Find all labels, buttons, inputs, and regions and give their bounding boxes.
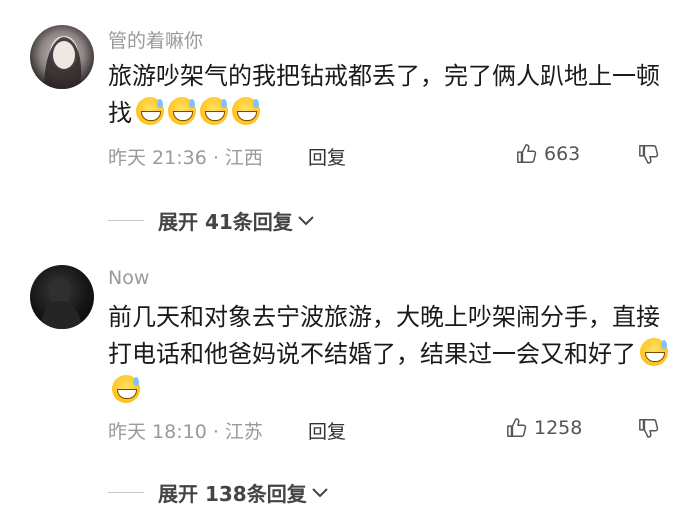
- thumbs-up-icon: [507, 418, 527, 437]
- dislike-button[interactable]: [638, 417, 660, 439]
- avatar[interactable]: [30, 265, 94, 329]
- chevron-down-icon: [297, 208, 315, 232]
- timestamp-location: 昨天 21:36 · 江西: [108, 147, 263, 169]
- reply-button[interactable]: 回复: [308, 417, 346, 444]
- like-count: 663: [544, 143, 581, 165]
- comment-body: 前几天和对象去宁波旅游，大晚上吵架闹分手，直接打电话和他爸妈说不结婚了，结果过一…: [108, 303, 660, 368]
- username[interactable]: Now: [108, 267, 149, 289]
- avatar-image: [44, 36, 82, 89]
- avatar-image: [40, 278, 82, 329]
- divider-line: [108, 219, 144, 221]
- comment-text: 旅游吵架气的我把钻戒都丢了，完了俩人趴地上一顿找: [108, 58, 668, 132]
- grinning-sweat-emoji-icon: [232, 97, 260, 125]
- comment-meta: 昨天 21:36 · 江西 回复 663: [108, 143, 668, 173]
- divider-line: [108, 491, 144, 493]
- thumbs-down-icon: [639, 419, 659, 438]
- like-button[interactable]: 1258: [506, 417, 582, 439]
- reply-button[interactable]: 回复: [308, 143, 346, 170]
- expand-replies-label: 展开 41条回复: [158, 209, 293, 234]
- comment-meta: 昨天 18:10 · 江苏 回复 1258: [108, 417, 668, 447]
- chevron-down-icon: [311, 480, 329, 504]
- thumbs-up-icon: [517, 144, 537, 163]
- comment-text: 前几天和对象去宁波旅游，大晚上吵架闹分手，直接打电话和他爸妈说不结婚了，结果过一…: [108, 299, 668, 410]
- comment-item: 管的着嘛你 旅游吵架气的我把钻戒都丢了，完了俩人趴地上一顿找 昨天 21:36 …: [0, 0, 690, 234]
- avatar[interactable]: [30, 25, 94, 89]
- like-button[interactable]: 663: [516, 143, 580, 165]
- grinning-sweat-emoji-icon: [136, 97, 164, 125]
- dislike-button[interactable]: [638, 143, 660, 165]
- like-count: 1258: [534, 417, 583, 439]
- thumbs-down-icon: [639, 145, 659, 164]
- username[interactable]: 管的着嘛你: [108, 26, 203, 53]
- grinning-sweat-emoji-icon: [200, 97, 228, 125]
- expand-replies-button[interactable]: 展开 41条回复: [108, 205, 315, 235]
- grinning-sweat-emoji-icon: [168, 97, 196, 125]
- expand-replies-label: 展开 138条回复: [158, 481, 307, 506]
- expand-replies-button[interactable]: 展开 138条回复: [108, 477, 329, 507]
- comment-item: Now 前几天和对象去宁波旅游，大晚上吵架闹分手，直接打电话和他爸妈说不结婚了，…: [0, 255, 690, 506]
- timestamp-location: 昨天 18:10 · 江苏: [108, 421, 263, 443]
- grinning-sweat-emoji-icon: [640, 338, 668, 366]
- grinning-sweat-emoji-icon: [112, 375, 140, 403]
